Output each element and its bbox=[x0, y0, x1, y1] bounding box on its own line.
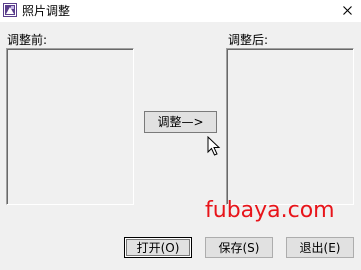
after-image-panel bbox=[226, 48, 354, 205]
before-label: 调整前: bbox=[7, 33, 48, 47]
window-title: 照片调整 bbox=[22, 4, 71, 18]
exit-button[interactable]: 退出(E) bbox=[286, 237, 354, 258]
watermark-text: fubaya.com bbox=[205, 198, 335, 223]
close-icon bbox=[343, 6, 352, 15]
save-button[interactable]: 保存(S) bbox=[205, 237, 273, 258]
photo-adjust-window: 照片调整 调整前: 调整后: 调整—> fubaya.com 打开(O) 保存(… bbox=[0, 0, 361, 270]
after-label: 调整后: bbox=[228, 33, 269, 47]
open-button[interactable]: 打开(O) bbox=[124, 237, 192, 258]
before-image-panel bbox=[6, 48, 134, 205]
photo-app-icon bbox=[3, 3, 17, 17]
close-button[interactable] bbox=[333, 0, 361, 22]
adjust-button[interactable]: 调整—> bbox=[144, 111, 217, 133]
mouse-cursor-icon bbox=[207, 136, 221, 156]
title-bar[interactable]: 照片调整 bbox=[0, 0, 361, 22]
